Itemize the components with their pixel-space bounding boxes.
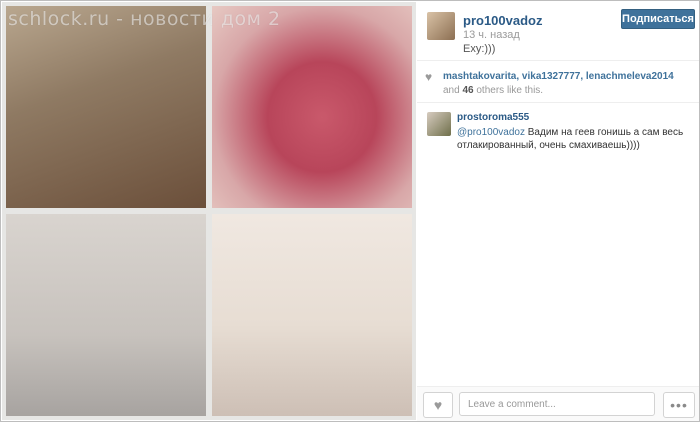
heart-icon: ♥ <box>433 397 443 413</box>
post-header: pro100vadoz 13 ч. назад Exy:))) Подписат… <box>417 2 699 61</box>
like-button[interactable]: ♥ <box>423 392 453 418</box>
more-options-button[interactable]: ••• <box>663 392 695 418</box>
photo-tile-manicure <box>212 214 412 416</box>
photo-tile-hand <box>6 214 206 416</box>
likes-text: mashtakovarita, vika1327777, lenachmelev… <box>443 70 693 98</box>
comment-mention[interactable]: @pro100vadoz <box>457 127 525 138</box>
watermark: schlock.ru - новости дом 2 <box>8 8 281 30</box>
photo-collage[interactable]: schlock.ru - новости дом 2 <box>2 2 416 420</box>
photo-tile-smile <box>212 6 412 208</box>
comment-avatar[interactable] <box>427 112 451 136</box>
likes-count[interactable]: 46 <box>462 85 473 96</box>
post-details-panel: pro100vadoz 13 ч. назад Exy:))) Подписат… <box>417 2 699 421</box>
likes-and-text: and <box>443 85 463 96</box>
instagram-post-frame: schlock.ru - новости дом 2 pro100vadoz 1… <box>0 0 700 422</box>
post-caption: Exy:))) <box>463 43 496 55</box>
likes-suffix: others like this. <box>473 85 544 96</box>
comment-username[interactable]: prostoroma555 <box>457 112 529 123</box>
heart-icon: ♥ <box>425 70 433 84</box>
follow-button[interactable]: Подписаться <box>621 9 695 29</box>
photo-tile-portrait <box>6 6 206 208</box>
liker-names[interactable]: mashtakovarita, vika1327777, lenachmelev… <box>443 71 674 82</box>
post-time: 13 ч. назад <box>463 29 520 41</box>
comment-text: @pro100vadoz Вадим на геев гонишь а сам … <box>457 126 693 152</box>
ellipsis-icon: ••• <box>670 397 688 413</box>
comment-footer: ♥ Leave a comment... ••• <box>417 386 699 421</box>
avatar[interactable] <box>427 12 455 40</box>
username[interactable]: pro100vadoz <box>463 13 542 28</box>
comment-input[interactable]: Leave a comment... <box>459 392 655 416</box>
likes-section: ♥ mashtakovarita, vika1327777, lenachmel… <box>417 62 699 103</box>
